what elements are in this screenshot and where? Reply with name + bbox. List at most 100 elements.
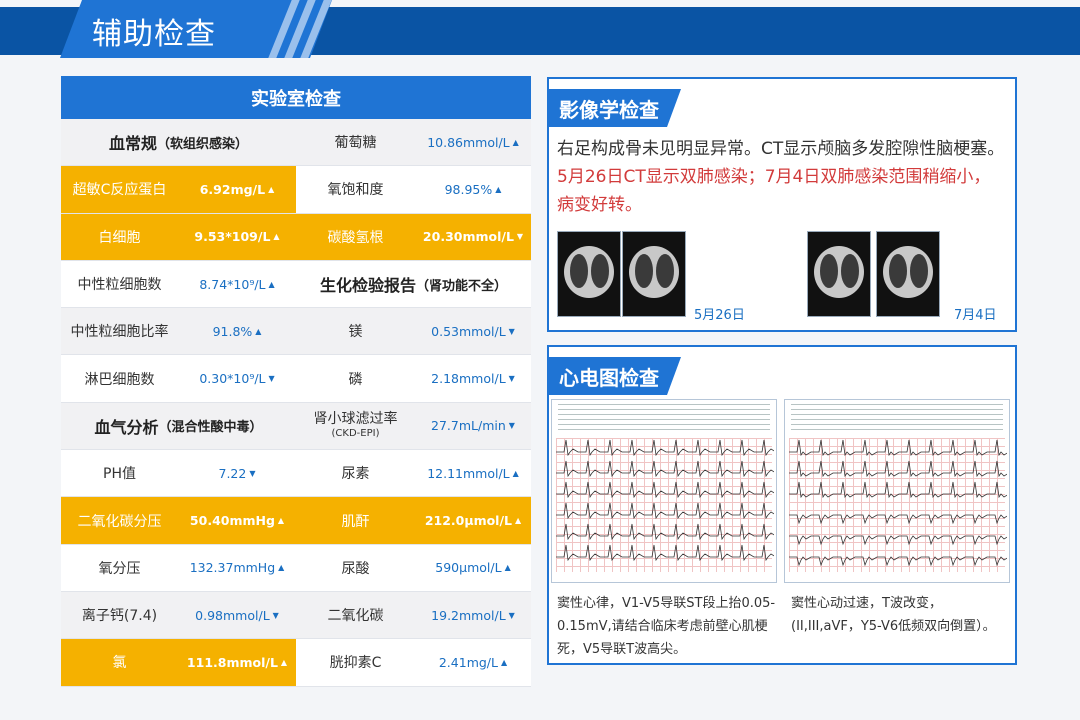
lab-row: 离子钙(7.4) 0.98mmol/L ▼ 二氧化碳 19.2mmol/L ▼ <box>61 591 531 640</box>
lab-item-label: 离子钙(7.4) <box>81 608 158 625</box>
arrow-up-icon: ▲ <box>515 516 522 526</box>
lab-item-label: 白细胞 <box>61 213 178 260</box>
lab-item-label: 葡萄糖 <box>334 135 377 152</box>
lab-item-value: 91.8% ▲ <box>178 308 296 354</box>
lab-row: 中性粒细胞数 8.74*10⁹/L ▲ 生化检验报告 （肾功能不全） <box>61 260 531 309</box>
ecg-lead-trace <box>789 439 1007 457</box>
ecg-lead-trace <box>789 481 1007 499</box>
imaging-line-3: 病变好转。 <box>557 195 642 215</box>
arrow-down-icon: ▼ <box>508 610 515 620</box>
lab-item-value: 10.86mmol/L ▲ <box>415 119 531 165</box>
lab-item-value: 0.98mmol/L ▼ <box>178 592 296 638</box>
value-text: 9.53*109/L <box>194 229 271 245</box>
lab-item-label: PH值 <box>103 466 136 483</box>
ct-image <box>622 231 686 317</box>
ecg-lead-trace <box>556 502 774 520</box>
arrow-down-icon: ▼ <box>508 421 515 431</box>
arrow-up-icon: ▲ <box>278 563 285 573</box>
lab-item-value: 8.74*10⁹/L ▲ <box>178 261 296 307</box>
arrow-down-icon: ▼ <box>516 232 524 242</box>
imaging-text: 右足构成骨未见明显异常。CT显示颅脑多发腔隙性脑梗塞。 5月26日CT显示双肺感… <box>557 135 1017 219</box>
ecg-lead-trace <box>556 460 774 478</box>
lab-row: 氯 111.8mmol/L ▲ 胱抑素C 2.41mg/L ▲ <box>61 639 531 687</box>
lab-item-value: 7.22 ▼ <box>178 450 296 496</box>
value-text: 10.86mmol/L <box>427 134 510 150</box>
arrow-up-icon: ▲ <box>495 184 502 194</box>
arrow-up-icon: ▲ <box>268 184 275 194</box>
value-text: 20.30mmol/L <box>422 229 514 245</box>
lab-item-label: 二氧化碳分压 <box>61 497 178 544</box>
lab-section-heading: 血气分析 （混合性酸中毒） <box>61 403 296 449</box>
lab-item-label: 磷 <box>348 371 363 388</box>
ecg-description-2: 窦性心动过速，T波改变，(II,III,aVF，Y5-V6低频双向倒置）。 <box>791 596 996 634</box>
value-text: 2.41mg/L <box>438 654 498 670</box>
page-title: 辅助检查 <box>92 17 216 52</box>
lab-item-value: 0.30*10⁹/L ▼ <box>178 355 296 401</box>
lab-row: 超敏C反应蛋白 6.92mg/L ▲ 氧饱和度 98.95% ▲ <box>61 166 531 214</box>
ct-caption-2: 7月4日 <box>954 308 997 323</box>
value-text: 12.11mmol/L <box>427 465 510 481</box>
value-text: 27.7mL/min <box>431 418 506 434</box>
value-text: 0.98mmol/L <box>195 607 270 623</box>
arrow-up-icon: ▲ <box>268 279 275 289</box>
imaging-panel: 影像学检查 右足构成骨未见明显异常。CT显示颅脑多发腔隙性脑梗塞。 5月26日C… <box>547 77 1017 332</box>
section-subtitle: （混合性酸中毒） <box>158 420 263 436</box>
lab-item-value: 2.41mg/L ▲ <box>415 639 531 685</box>
lab-row: 中性粒细胞比率 91.8% ▲ 镁 0.53mmol/L ▼ <box>61 308 531 356</box>
lab-item-value: 2.18mmol/L ▼ <box>415 355 531 401</box>
value-text: 50.40mmHg <box>189 513 275 529</box>
lab-row: 二氧化碳分压 50.40mmHg ▲ 肌酐 212.0μmol/L ▲ <box>61 497 531 545</box>
lab-item-label: 肾小球滤过率 (CKD-EPI) <box>296 403 415 449</box>
lab-item-value: 12.11mmol/L ▲ <box>415 450 531 496</box>
lab-item-value: 50.40mmHg ▲ <box>178 497 296 544</box>
lab-row: 血气分析 （混合性酸中毒） 肾小球滤过率 (CKD-EPI) 27.7mL/min ▼ <box>61 402 531 451</box>
lab-row: 血常规 （软组织感染） 葡萄糖 10.86mmol/L ▲ <box>61 119 531 167</box>
lab-table: 实验室检查 血常规 （软组织感染） 葡萄糖 10.86mmol/L ▲ 超敏C反应蛋白 6.… <box>61 76 531 687</box>
lab-item-value: 19.2mmol/L ▼ <box>415 592 531 638</box>
lab-item-method: (CKD-EPI) <box>331 428 380 440</box>
value-text: 19.2mmol/L <box>431 607 506 623</box>
ecg-lead-trace <box>556 439 774 457</box>
arrow-up-icon: ▲ <box>280 657 288 667</box>
value-text: 8.74*10⁹/L <box>199 276 266 292</box>
lab-item-label: 氯 <box>61 639 178 686</box>
value-text: 0.53mmol/L <box>431 323 506 339</box>
ecg-lead-trace <box>556 544 774 562</box>
ecg-lead-trace <box>789 514 1007 525</box>
ecg-panel: 心电图检查 窦性心律，V1-V5导联ST段上抬0.05-0.15mV,请结合临床… <box>547 345 1017 665</box>
ecg-image-1 <box>551 399 777 583</box>
lab-section-heading: 生化检验报告 （肾功能不全） <box>296 261 531 307</box>
ct-image <box>557 231 621 317</box>
lab-item-label: 尿酸 <box>341 560 370 577</box>
lab-item-value: 98.95% ▲ <box>415 166 531 212</box>
arrow-up-icon: ▲ <box>273 232 280 242</box>
lab-item-value: 590μmol/L ▲ <box>415 545 531 591</box>
lab-item-label: 淋巴细胞数 <box>84 371 155 388</box>
section-subtitle: （软组织感染） <box>157 136 249 152</box>
lab-item-value: 212.0μmol/L ▲ <box>415 497 531 544</box>
lab-item-label: 中性粒细胞比率 <box>70 324 169 341</box>
ecg-lead-trace <box>789 535 1007 546</box>
value-text: 0.30*10⁹/L <box>199 371 266 387</box>
section-title: 生化检验报告 <box>319 276 416 296</box>
value-text: 590μmol/L <box>435 560 502 576</box>
ct-image <box>876 231 940 317</box>
lab-row: PH值 7.22 ▼ 尿素 12.11mmol/L ▲ <box>61 450 531 498</box>
arrow-down-icon: ▼ <box>249 468 256 478</box>
arrow-down-icon: ▼ <box>508 326 515 336</box>
ecg-lead-trace <box>556 523 774 541</box>
lab-item-label: 超敏C反应蛋白 <box>61 166 178 213</box>
lab-rows: 血常规 （软组织感染） 葡萄糖 10.86mmol/L ▲ 超敏C反应蛋白 6.92mg/L… <box>61 119 531 687</box>
lab-row: 淋巴细胞数 0.30*10⁹/L ▼ 磷 2.18mmol/L ▼ <box>61 355 531 403</box>
arrow-up-icon: ▲ <box>512 137 519 147</box>
lab-item-label: 碳酸氢根 <box>296 213 415 260</box>
lab-item-label: 镁 <box>348 324 363 341</box>
ecg-description-1: 窦性心律，V1-V5导联ST段上抬0.05-0.15mV,请结合临床考虑前壁心肌… <box>557 596 776 657</box>
lab-item-value: 0.53mmol/L ▼ <box>415 308 531 354</box>
value-text: 212.0μmol/L <box>424 513 512 529</box>
section-title: 血常规 <box>108 134 157 154</box>
ecg-trace <box>789 439 1007 567</box>
lab-item-label: 肌酐 <box>296 497 415 544</box>
ecg-lead-trace <box>789 556 1007 567</box>
section-title: 血气分析 <box>94 417 159 437</box>
